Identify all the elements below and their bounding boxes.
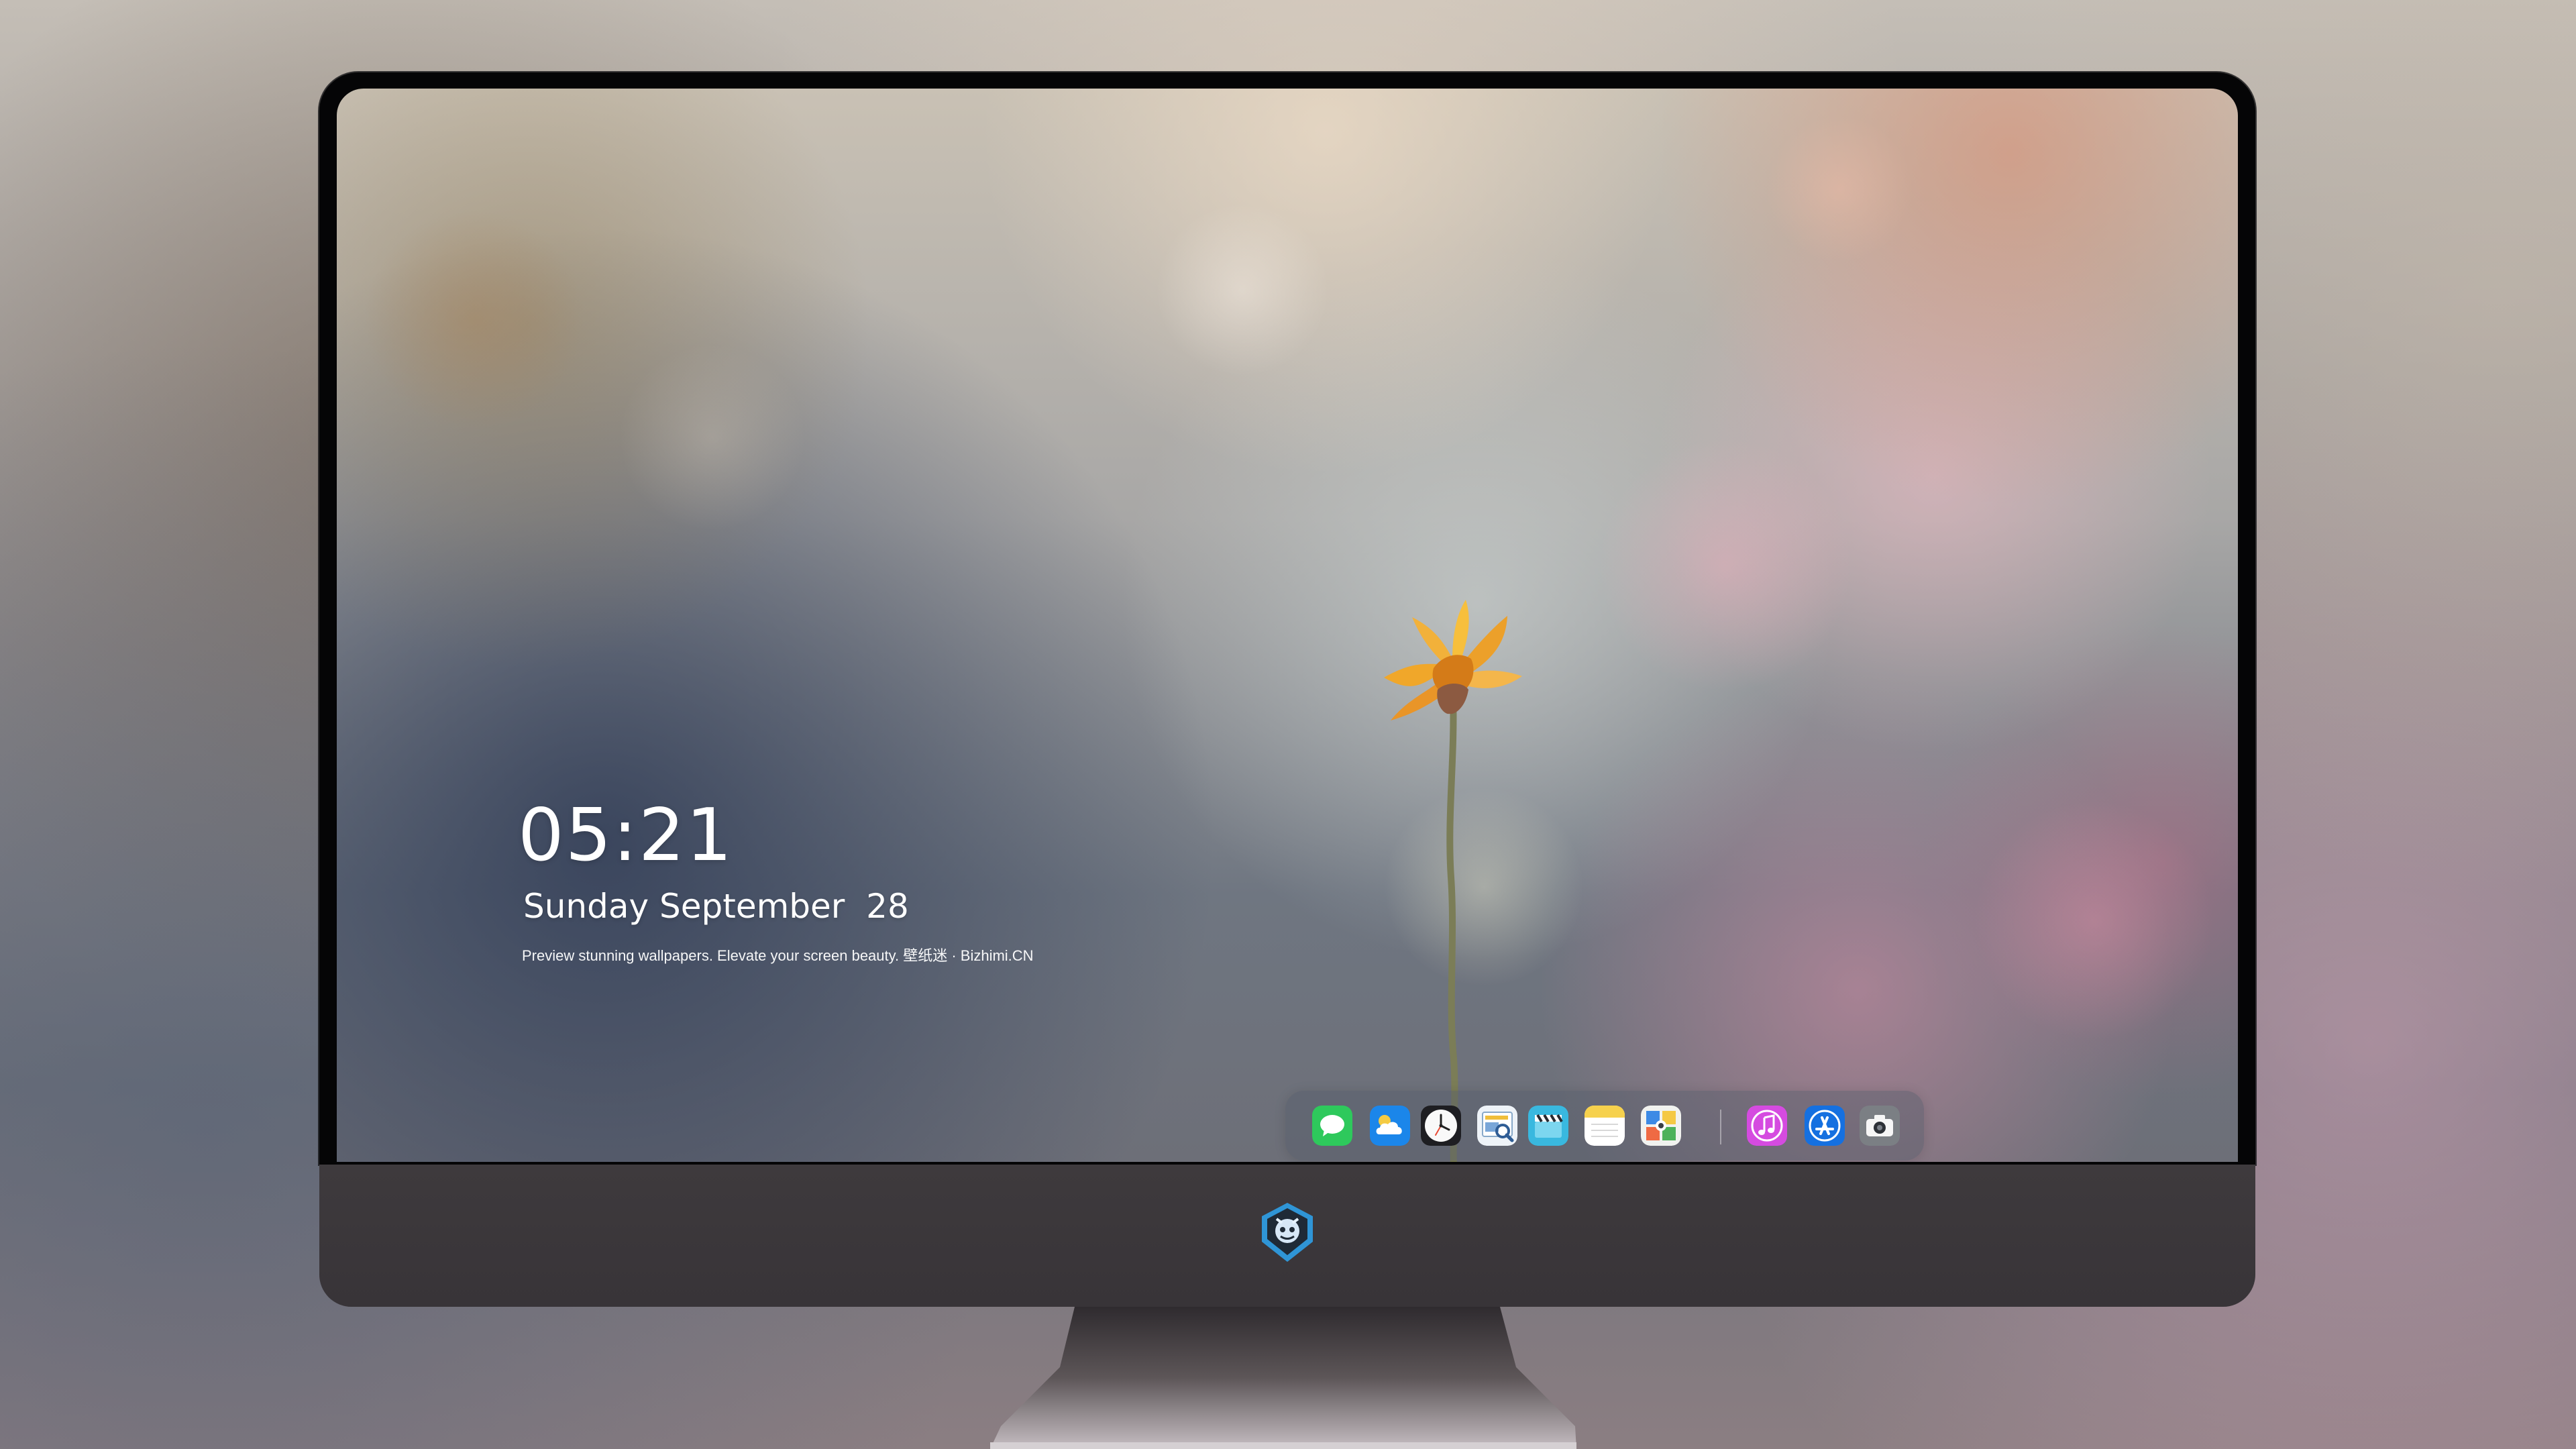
bokeh-light [1155, 203, 1330, 377]
robot-shield-logo [1262, 1203, 1313, 1262]
monitor-chin [319, 1165, 2255, 1307]
music-note-icon[interactable] [1747, 1106, 1787, 1146]
monitor-stand [319, 1307, 2255, 1449]
orange-flower [1384, 600, 1522, 1162]
weather-cloud-icon[interactable] [1370, 1106, 1410, 1146]
bokeh-light [364, 209, 585, 431]
lock-screen-info: 05:21 Sunday September 28 Preview stunni… [518, 800, 1034, 963]
camera-icon[interactable] [1860, 1106, 1900, 1146]
dock-separator [1720, 1110, 1721, 1144]
photo-grid-icon[interactable] [1641, 1106, 1681, 1146]
desktop-monitor: 05:21 Sunday September 28 Preview stunni… [319, 72, 2255, 1449]
lock-screen[interactable]: 05:21 Sunday September 28 Preview stunni… [337, 89, 2238, 1162]
clock-date: Sunday September 28 [523, 887, 909, 926]
wallpaper-tagline: Preview stunning wallpapers. Elevate you… [522, 947, 1034, 964]
bokeh-light [619, 343, 806, 531]
notes-icon[interactable] [1585, 1106, 1625, 1146]
app-store-icon[interactable] [1805, 1106, 1845, 1146]
dock [1285, 1091, 1924, 1161]
bokeh-light [1766, 115, 1913, 263]
bokeh-light [1974, 800, 2215, 1041]
preview-magnifier-icon[interactable] [1477, 1106, 1517, 1146]
bokeh-light [1598, 437, 1853, 692]
message-bubble-icon[interactable] [1312, 1106, 1352, 1146]
clock-icon[interactable] [1421, 1106, 1461, 1146]
clock-time: 05:21 [518, 794, 734, 877]
clapperboard-icon[interactable] [1528, 1106, 1568, 1146]
